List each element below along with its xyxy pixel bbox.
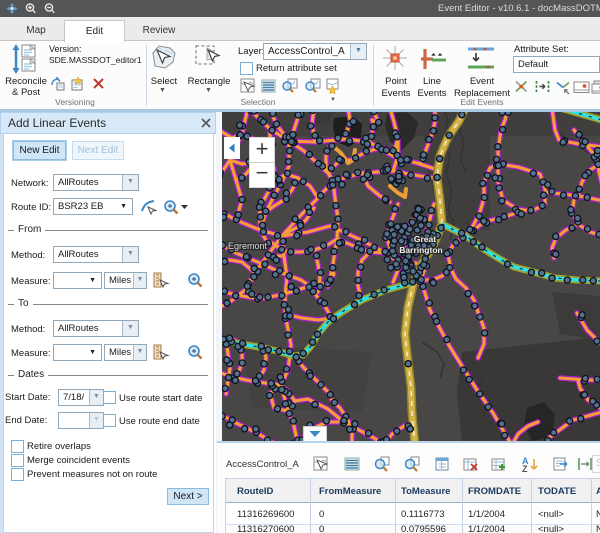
svg-text:Great: Great xyxy=(414,234,436,244)
svg-text:Barrington: Barrington xyxy=(399,245,442,255)
svg-text:Egremont: Egremont xyxy=(228,241,268,251)
svg-text:Z: Z xyxy=(522,464,528,472)
svg-text:▼: ▼ xyxy=(330,97,336,102)
